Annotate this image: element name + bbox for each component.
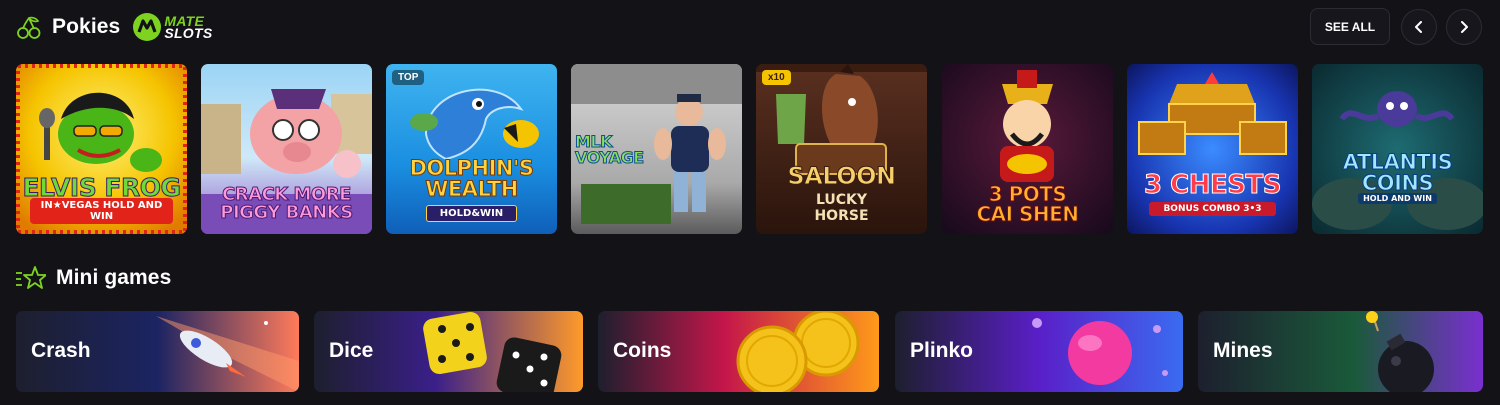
- top-badge: TOP: [392, 70, 425, 85]
- pokies-title: Pokies: [52, 15, 121, 38]
- game-subtitle: LUCKY HORSE: [814, 192, 869, 224]
- mini-game-mines[interactable]: Mines: [1198, 311, 1483, 392]
- mini-game-label: Plinko: [910, 339, 974, 362]
- game-tile-3-pots-cai-shen[interactable]: 3 Pots Cai Shen: [942, 64, 1113, 234]
- see-all-button[interactable]: SEE ALL: [1310, 8, 1390, 45]
- game-title: Dolphin's Wealth: [409, 156, 535, 201]
- game-title: MLK Voyage: [575, 132, 645, 167]
- game-tile-3-chests[interactable]: 3 Chests BONUS COMBO 3•3: [1127, 64, 1298, 234]
- mini-game-crash[interactable]: Crash: [16, 311, 299, 392]
- game-subtitle: HOLD&WIN: [426, 205, 517, 222]
- game-tile-dolphins-wealth[interactable]: TOP Dolphin's Wealth HOLD&WIN: [386, 64, 557, 234]
- game-title: 3 Chests: [1144, 170, 1282, 200]
- pokies-section-header: Pokies MATE SLOTS: [16, 10, 212, 44]
- mate-slots-logo: MATE SLOTS: [132, 10, 212, 44]
- cherries-icon: [17, 16, 41, 39]
- game-title: Saloon: [787, 162, 897, 190]
- game-tile-saloon-lucky-horse[interactable]: x10 Saloon LUCKY HORSE: [756, 64, 927, 234]
- mini-games-title: Mini games: [56, 266, 172, 289]
- chevron-right-icon: [1461, 21, 1468, 33]
- star-icon: [16, 266, 46, 289]
- mini-game-label: Coins: [613, 339, 672, 362]
- next-button[interactable]: [1446, 9, 1482, 45]
- game-title: Elvis Frog: [22, 173, 182, 202]
- game-tile-mlk-voyage[interactable]: MLK Voyage: [571, 64, 742, 234]
- atlantis-coins-artwork: [1312, 64, 1483, 234]
- game-title: 3 Pots Cai Shen: [976, 182, 1080, 226]
- game-subtitle: IN★VEGAS HOLD AND WIN: [30, 198, 173, 224]
- mate-slots-logo-mark: [133, 13, 162, 41]
- mini-game-label: Dice: [329, 339, 374, 362]
- mini-game-dice[interactable]: Dice: [314, 311, 583, 392]
- mini-games-section-header: Mini games: [16, 262, 171, 294]
- chevron-left-icon: [1415, 21, 1422, 33]
- mini-game-coins[interactable]: Coins: [598, 311, 879, 392]
- mini-game-label: Mines: [1213, 339, 1273, 362]
- prev-button[interactable]: [1401, 9, 1437, 45]
- game-title: Crack More Piggy Banks: [220, 184, 354, 223]
- mini-game-plinko[interactable]: Plinko: [895, 311, 1183, 392]
- multiplier-badge: x10: [762, 70, 791, 85]
- mini-game-label: Crash: [31, 339, 91, 362]
- game-tile-crack-more-piggy-banks[interactable]: Crack More Piggy Banks: [201, 64, 372, 234]
- game-tile-elvis-frog[interactable]: Elvis Frog IN★VEGAS HOLD AND WIN: [16, 64, 187, 234]
- game-subtitle: BONUS COMBO 3•3: [1149, 202, 1276, 216]
- game-subtitle: HOLD AND WIN: [1358, 193, 1437, 204]
- game-title: Atlantis Coins: [1342, 150, 1453, 195]
- brand-line2: SLOTS: [164, 25, 213, 41]
- game-tile-atlantis-coins[interactable]: Atlantis Coins HOLD AND WIN: [1312, 64, 1483, 234]
